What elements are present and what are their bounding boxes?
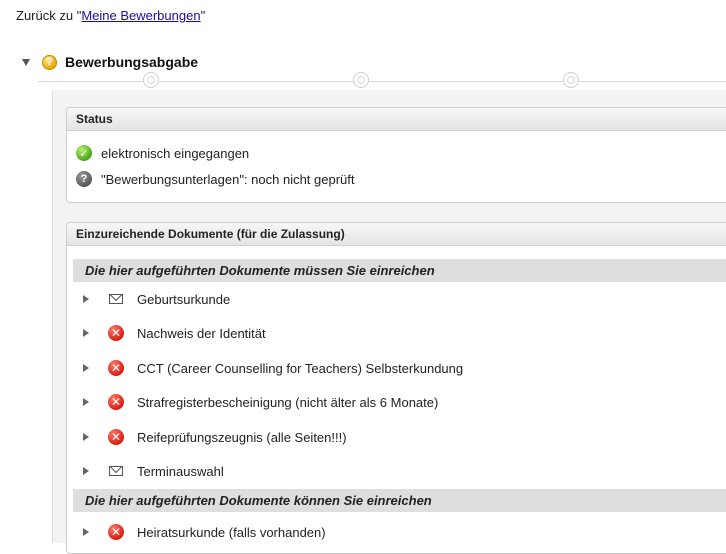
back-prefix: Zurück zu <box>16 8 77 23</box>
red-x-icon: ✕ <box>108 360 124 376</box>
red-x-icon: ✕ <box>108 524 124 540</box>
document-label: Terminauswahl <box>137 463 224 479</box>
document-item-terminauswahl[interactable]: Terminauswahl <box>83 461 224 481</box>
timeline-divider <box>38 81 726 82</box>
documents-panel: Einzureichende Dokumente (für die Zulass… <box>66 222 726 554</box>
document-label: Geburtsurkunde <box>137 291 231 307</box>
expand-triangle-icon[interactable] <box>83 467 89 475</box>
status-panel-header: Status <box>67 108 726 131</box>
mail-icon <box>109 294 123 304</box>
optional-documents-heading: Die hier aufgeführten Dokumente können S… <box>73 489 726 512</box>
timeline-ring-icon <box>143 72 159 88</box>
status-item: ? "Bewerbungsunterlagen": noch nicht gep… <box>76 171 355 187</box>
document-item-identitaet[interactable]: ✕ Nachweis der Identität <box>83 323 266 343</box>
document-label: Reifeprüfungszeugnis (alle Seiten!!!) <box>137 429 347 445</box>
question-yellow-icon: ? <box>42 54 57 70</box>
expand-triangle-icon[interactable] <box>83 295 89 303</box>
collapse-triangle-icon[interactable] <box>22 58 30 66</box>
document-item-heiratsurkunde[interactable]: ✕ Heiratsurkunde (falls vorhanden) <box>83 522 326 542</box>
timeline-ring-icon <box>353 72 369 88</box>
question-gray-icon: ? <box>76 171 92 187</box>
document-label: Heiratsurkunde (falls vorhanden) <box>137 524 326 540</box>
document-item-reifepruefung[interactable]: ✕ Reifeprüfungszeugnis (alle Seiten!!!) <box>83 427 347 447</box>
back-navigation: Zurück zu "Meine Bewerbungen" <box>16 8 205 23</box>
mail-icon <box>109 466 123 476</box>
red-x-icon: ✕ <box>108 325 124 341</box>
documents-panel-header: Einzureichende Dokumente (für die Zulass… <box>67 223 726 246</box>
document-item-cct[interactable]: ✕ CCT (Career Counselling for Teachers) … <box>83 358 463 378</box>
meine-bewerbungen-link[interactable]: Meine Bewerbungen <box>81 8 200 23</box>
document-label: Nachweis der Identität <box>137 325 266 341</box>
status-text: "Bewerbungsunterlagen": noch nicht geprü… <box>101 171 355 187</box>
expand-triangle-icon[interactable] <box>83 398 89 406</box>
expand-triangle-icon[interactable] <box>83 528 89 536</box>
section-header-bewerbungsabgabe[interactable]: ? Bewerbungsabgabe <box>22 52 198 72</box>
status-text: elektronisch eingegangen <box>101 145 250 161</box>
red-x-icon: ✕ <box>108 394 124 410</box>
section-title: Bewerbungsabgabe <box>65 54 199 70</box>
status-item: ✓ elektronisch eingegangen <box>76 145 249 161</box>
red-x-icon: ✕ <box>108 429 124 445</box>
document-item-geburtsurkunde[interactable]: Geburtsurkunde <box>83 289 230 309</box>
timeline-ring-icon <box>563 72 579 88</box>
checkmark-green-icon: ✓ <box>76 145 92 161</box>
required-documents-heading: Die hier aufgeführten Dokumente müssen S… <box>73 259 726 282</box>
expand-triangle-icon[interactable] <box>83 329 89 337</box>
expand-triangle-icon[interactable] <box>83 433 89 441</box>
document-label: Strafregisterbescheinigung (nicht älter … <box>137 394 439 410</box>
quote-close: " <box>200 8 206 23</box>
expand-triangle-icon[interactable] <box>83 364 89 372</box>
document-label: CCT (Career Counselling for Teachers) Se… <box>137 360 464 376</box>
status-panel: Status ✓ elektronisch eingegangen ? "Bew… <box>66 107 726 203</box>
document-item-strafregister[interactable]: ✕ Strafregisterbescheinigung (nicht älte… <box>83 392 438 412</box>
